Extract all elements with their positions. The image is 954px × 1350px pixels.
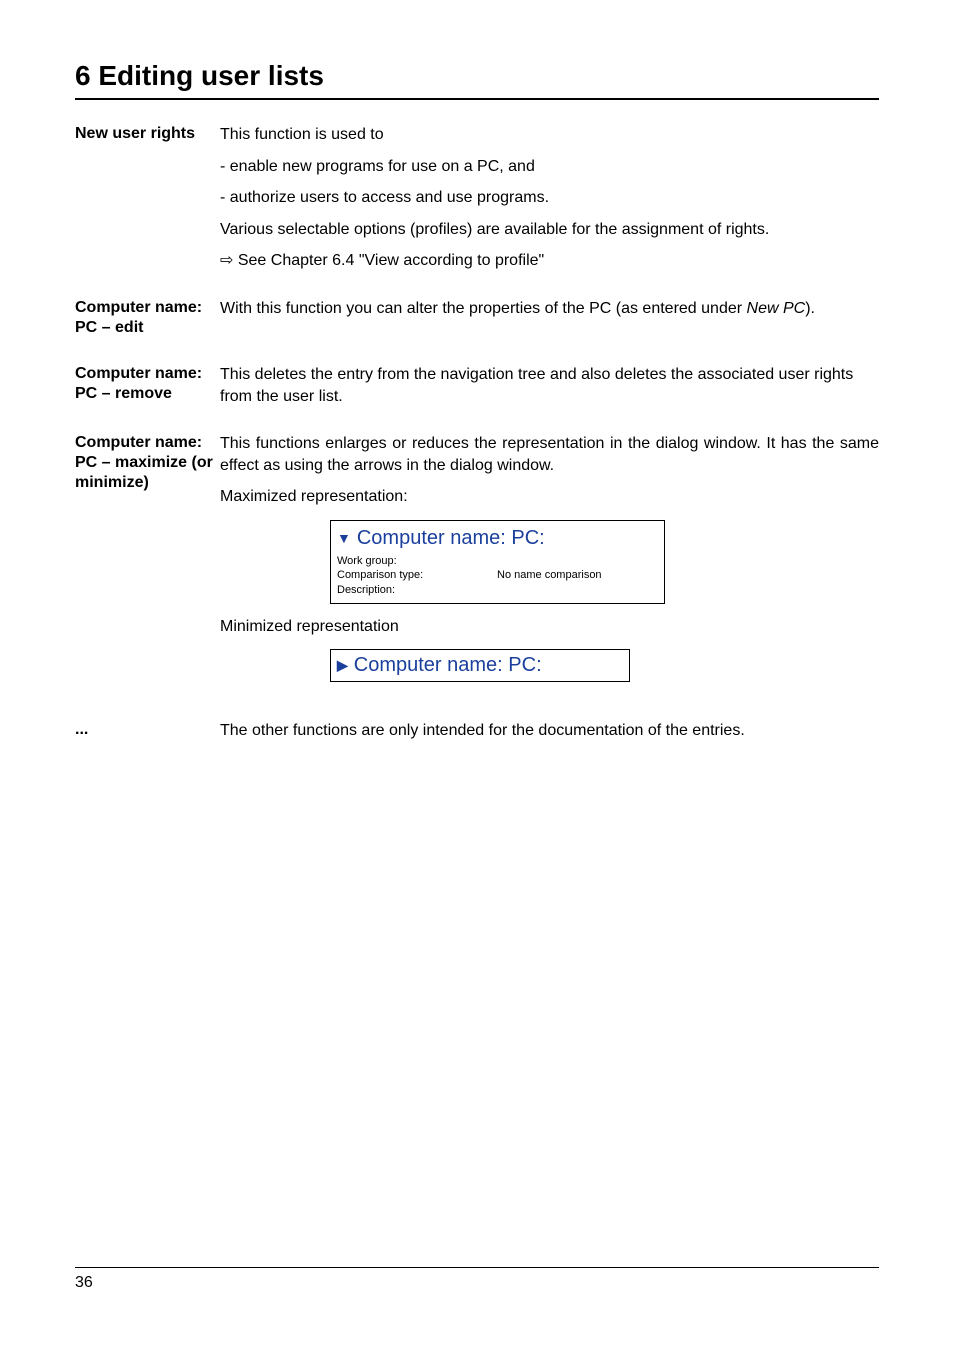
minimized-figure: ▶ Computer name: PC:	[330, 649, 630, 682]
paragraph: This function is used to	[220, 124, 879, 146]
comparison-type-value: No name comparison	[497, 568, 602, 582]
section-label: ...	[75, 720, 220, 742]
paragraph: - authorize users to access and use prog…	[220, 187, 879, 209]
section-label: Computer name: PC – remove	[75, 364, 220, 407]
paragraph: Minimized representation	[220, 616, 879, 638]
paragraph-ref: ⇨ See Chapter 6.4 "View according to pro…	[220, 250, 879, 272]
section-maximize: Computer name: PC – maximize (or minimiz…	[75, 433, 879, 694]
paragraph: This functions enlarges or reduces the r…	[220, 433, 879, 476]
section-label: New user rights	[75, 124, 220, 272]
section-content: This function is used to - enable new pr…	[220, 124, 879, 272]
chapter-title: 6 Editing user lists	[75, 60, 879, 100]
page-number: 36	[75, 1274, 93, 1291]
figure-header: ▼ Computer name: PC:	[337, 525, 654, 552]
section-other: ... The other functions are only intende…	[75, 720, 879, 742]
section-label: Computer name: PC – maximize (or minimiz…	[75, 433, 220, 694]
paragraph: Various selectable options (profiles) ar…	[220, 219, 879, 241]
paragraph: The other functions are only intended fo…	[220, 720, 879, 742]
section-content: This functions enlarges or reduces the r…	[220, 433, 879, 694]
paragraph: With this function you can alter the pro…	[220, 298, 879, 320]
figure-header: ▶ Computer name: PC:	[337, 652, 619, 679]
collapse-arrow-icon: ▼	[337, 529, 351, 548]
section-content: This deletes the entry from the navigati…	[220, 364, 879, 407]
work-group-label: Work group:	[337, 554, 654, 568]
section-edit: Computer name: PC – edit With this funct…	[75, 298, 879, 338]
page-footer: 36	[75, 1267, 879, 1292]
paragraph: This deletes the entry from the navigati…	[220, 364, 879, 407]
figure-title: Computer name: PC:	[354, 652, 542, 679]
figure-title: Computer name: PC:	[357, 525, 545, 552]
expand-arrow-icon: ▶	[337, 656, 348, 675]
section-content: With this function you can alter the pro…	[220, 298, 879, 338]
section-label: Computer name: PC – edit	[75, 298, 220, 338]
comparison-type-label: Comparison type:	[337, 568, 497, 582]
paragraph: - enable new programs for use on a PC, a…	[220, 156, 879, 178]
section-new-user-rights: New user rights This function is used to…	[75, 124, 879, 272]
page-content: 6 Editing user lists New user rights Thi…	[0, 0, 954, 742]
paragraph: Maximized representation:	[220, 486, 879, 508]
description-label: Description:	[337, 583, 654, 597]
section-remove: Computer name: PC – remove This deletes …	[75, 364, 879, 407]
maximized-figure: ▼ Computer name: PC: Work group: Compari…	[330, 520, 665, 604]
figure-details: Work group: Comparison type: No name com…	[337, 554, 654, 597]
section-content: The other functions are only intended fo…	[220, 720, 879, 742]
